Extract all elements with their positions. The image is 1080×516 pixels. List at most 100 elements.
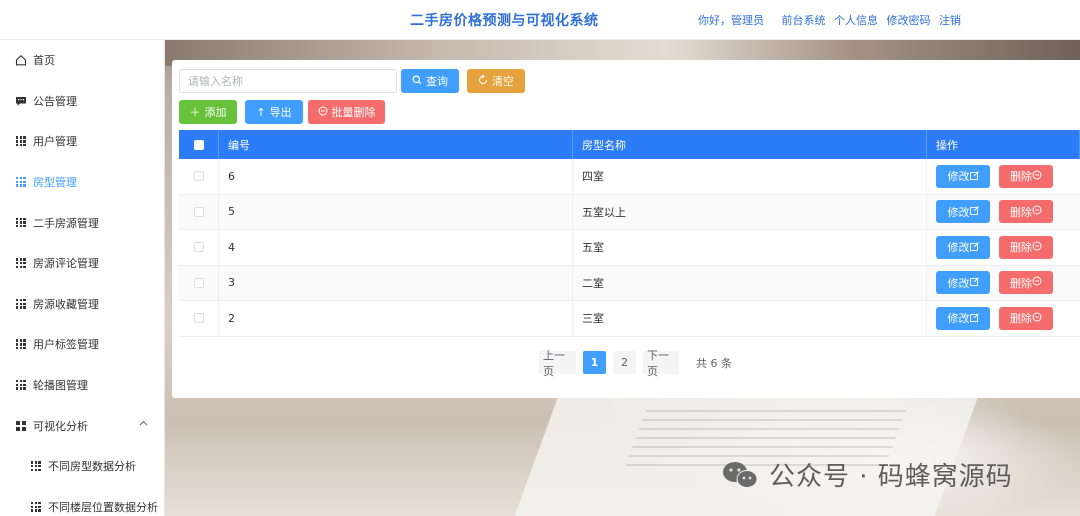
sidebar-item-comments[interactable]: 房源评论管理 bbox=[0, 243, 164, 284]
watermark-text: 公众号 · 码蜂窝源码 bbox=[769, 462, 1013, 492]
table-header-row: 编号 房型名称 操作 bbox=[179, 130, 1080, 159]
cell-id: 3 bbox=[219, 265, 573, 300]
row-checkbox[interactable] bbox=[193, 206, 204, 217]
row-checkbox[interactable] bbox=[193, 242, 204, 253]
cell-actions: 修改 删除 bbox=[927, 266, 1080, 301]
select-all-checkbox[interactable] bbox=[193, 139, 204, 150]
edit-button[interactable]: 修改 bbox=[936, 200, 990, 224]
watermark: 公众号 · 码蜂窝源码 bbox=[721, 456, 1013, 493]
edit-icon bbox=[969, 312, 979, 325]
remove-circle-icon bbox=[1032, 276, 1042, 289]
edit-button[interactable]: 修改 bbox=[936, 164, 990, 188]
delete-button[interactable]: 删除 bbox=[999, 235, 1053, 259]
cell-actions: 修改 删除 bbox=[927, 159, 1080, 194]
cell-actions: 修改 删除 bbox=[927, 301, 1080, 336]
grid-icon bbox=[15, 338, 27, 350]
search-icon bbox=[412, 75, 422, 88]
cell-actions: 修改 删除 bbox=[927, 195, 1080, 230]
cell-name: 三室 bbox=[573, 301, 927, 336]
sidebar-item-visualization[interactable]: 可视化分析 bbox=[0, 405, 164, 446]
column-header-id[interactable]: 编号 bbox=[219, 130, 573, 159]
sidebar-item-label: 轮播图管理 bbox=[33, 379, 88, 393]
select-all-cell bbox=[179, 130, 219, 159]
add-label: 添加 bbox=[204, 106, 227, 119]
remove-circle-icon bbox=[1032, 241, 1042, 254]
query-button[interactable]: 查询 bbox=[401, 69, 459, 93]
chevron-up-icon bbox=[139, 418, 148, 429]
cell-id: 6 bbox=[219, 159, 573, 194]
grid-icon bbox=[15, 217, 27, 229]
total-count: 共 6 条 bbox=[692, 351, 736, 374]
export-label: 导出 bbox=[269, 106, 292, 119]
pagination: 上一页 1 2 下一页 共 6 条 bbox=[539, 349, 736, 378]
edit-icon bbox=[969, 205, 979, 218]
sidebar-item-label: 可视化分析 bbox=[33, 419, 88, 433]
add-button[interactable]: ＋ 添加 bbox=[179, 100, 237, 124]
sidebar-item-label: 用户管理 bbox=[33, 135, 77, 149]
export-button[interactable]: ↑ 导出 bbox=[245, 100, 303, 124]
clear-label: 清空 bbox=[492, 75, 514, 88]
sidebar: 首页 公告管理 用户管理 房型管理 二手房源管理 房源评论管理 房源收藏管理 用… bbox=[0, 40, 165, 516]
column-header-actions: 操作 bbox=[927, 130, 1080, 159]
query-label: 查询 bbox=[426, 75, 448, 88]
edit-icon bbox=[969, 170, 979, 183]
change-password-link[interactable]: 修改密码 bbox=[887, 14, 931, 27]
sidebar-item-announcements[interactable]: 公告管理 bbox=[0, 81, 164, 122]
sidebar-item-label: 房源评论管理 bbox=[33, 257, 99, 271]
delete-button[interactable]: 删除 bbox=[999, 271, 1053, 295]
grid-icon bbox=[15, 257, 27, 269]
delete-button[interactable]: 删除 bbox=[999, 200, 1053, 224]
page-2-button[interactable]: 2 bbox=[613, 351, 636, 374]
grid-icon bbox=[30, 460, 42, 472]
edit-button[interactable]: 修改 bbox=[936, 271, 990, 295]
cell-name: 五室 bbox=[573, 230, 927, 265]
edit-icon bbox=[969, 241, 979, 254]
sidebar-item-label: 公告管理 bbox=[33, 94, 77, 108]
search-input[interactable] bbox=[179, 69, 397, 93]
sidebar-item-home[interactable]: 首页 bbox=[0, 40, 164, 81]
remove-circle-icon bbox=[1032, 170, 1042, 183]
batch-delete-button[interactable]: 批量删除 bbox=[308, 100, 385, 124]
grid-icon bbox=[15, 379, 27, 391]
sidebar-subitem-floor-analysis[interactable]: 不同楼层位置数据分析 bbox=[0, 487, 164, 516]
remove-circle-icon bbox=[318, 106, 328, 119]
table-row: 5 五室以上 修改 删除 bbox=[179, 194, 1080, 230]
logout-link[interactable]: 注销 bbox=[939, 14, 961, 27]
home-icon bbox=[15, 54, 27, 66]
greeting-text: 你好，管理员 bbox=[698, 14, 764, 27]
delete-button[interactable]: 删除 bbox=[999, 164, 1053, 188]
edit-button[interactable]: 修改 bbox=[936, 235, 990, 259]
grid-icon bbox=[15, 176, 27, 188]
sidebar-item-listings[interactable]: 二手房源管理 bbox=[0, 202, 164, 243]
row-checkbox[interactable] bbox=[193, 171, 204, 182]
frontend-link[interactable]: 前台系统 bbox=[782, 14, 826, 27]
table-row: 3 二室 修改 删除 bbox=[179, 265, 1080, 301]
sidebar-subitem-room-type-analysis[interactable]: 不同房型数据分析 bbox=[0, 446, 164, 487]
column-header-name[interactable]: 房型名称 bbox=[573, 130, 927, 159]
cell-id: 2 bbox=[219, 301, 573, 336]
sidebar-item-user-tags[interactable]: 用户标签管理 bbox=[0, 324, 164, 365]
edit-button[interactable]: 修改 bbox=[936, 306, 990, 330]
batch-delete-label: 批量删除 bbox=[331, 106, 376, 119]
profile-link[interactable]: 个人信息 bbox=[834, 14, 878, 27]
cell-id: 5 bbox=[219, 194, 573, 229]
row-checkbox[interactable] bbox=[193, 313, 204, 324]
grid-icon bbox=[15, 298, 27, 310]
cell-actions: 修改 删除 bbox=[927, 230, 1080, 265]
sidebar-item-label: 首页 bbox=[33, 54, 55, 68]
page-1-button[interactable]: 1 bbox=[583, 351, 606, 374]
clear-button[interactable]: 清空 bbox=[467, 69, 525, 93]
row-checkbox[interactable] bbox=[193, 277, 204, 288]
remove-circle-icon bbox=[1032, 205, 1042, 218]
sidebar-item-favorites[interactable]: 房源收藏管理 bbox=[0, 284, 164, 325]
sidebar-item-users[interactable]: 用户管理 bbox=[0, 121, 164, 162]
refresh-icon bbox=[478, 74, 488, 88]
next-page-button[interactable]: 下一页 bbox=[643, 349, 679, 378]
sidebar-item-room-types[interactable]: 房型管理 bbox=[0, 162, 164, 203]
app-title: 二手房价格预测与可视化系统 bbox=[410, 13, 599, 29]
table-row: 4 五室 修改 删除 bbox=[179, 230, 1080, 266]
prev-page-button[interactable]: 上一页 bbox=[539, 349, 576, 378]
sidebar-item-carousel[interactable]: 轮播图管理 bbox=[0, 365, 164, 406]
cell-id: 4 bbox=[219, 230, 573, 265]
delete-button[interactable]: 删除 bbox=[999, 306, 1053, 330]
